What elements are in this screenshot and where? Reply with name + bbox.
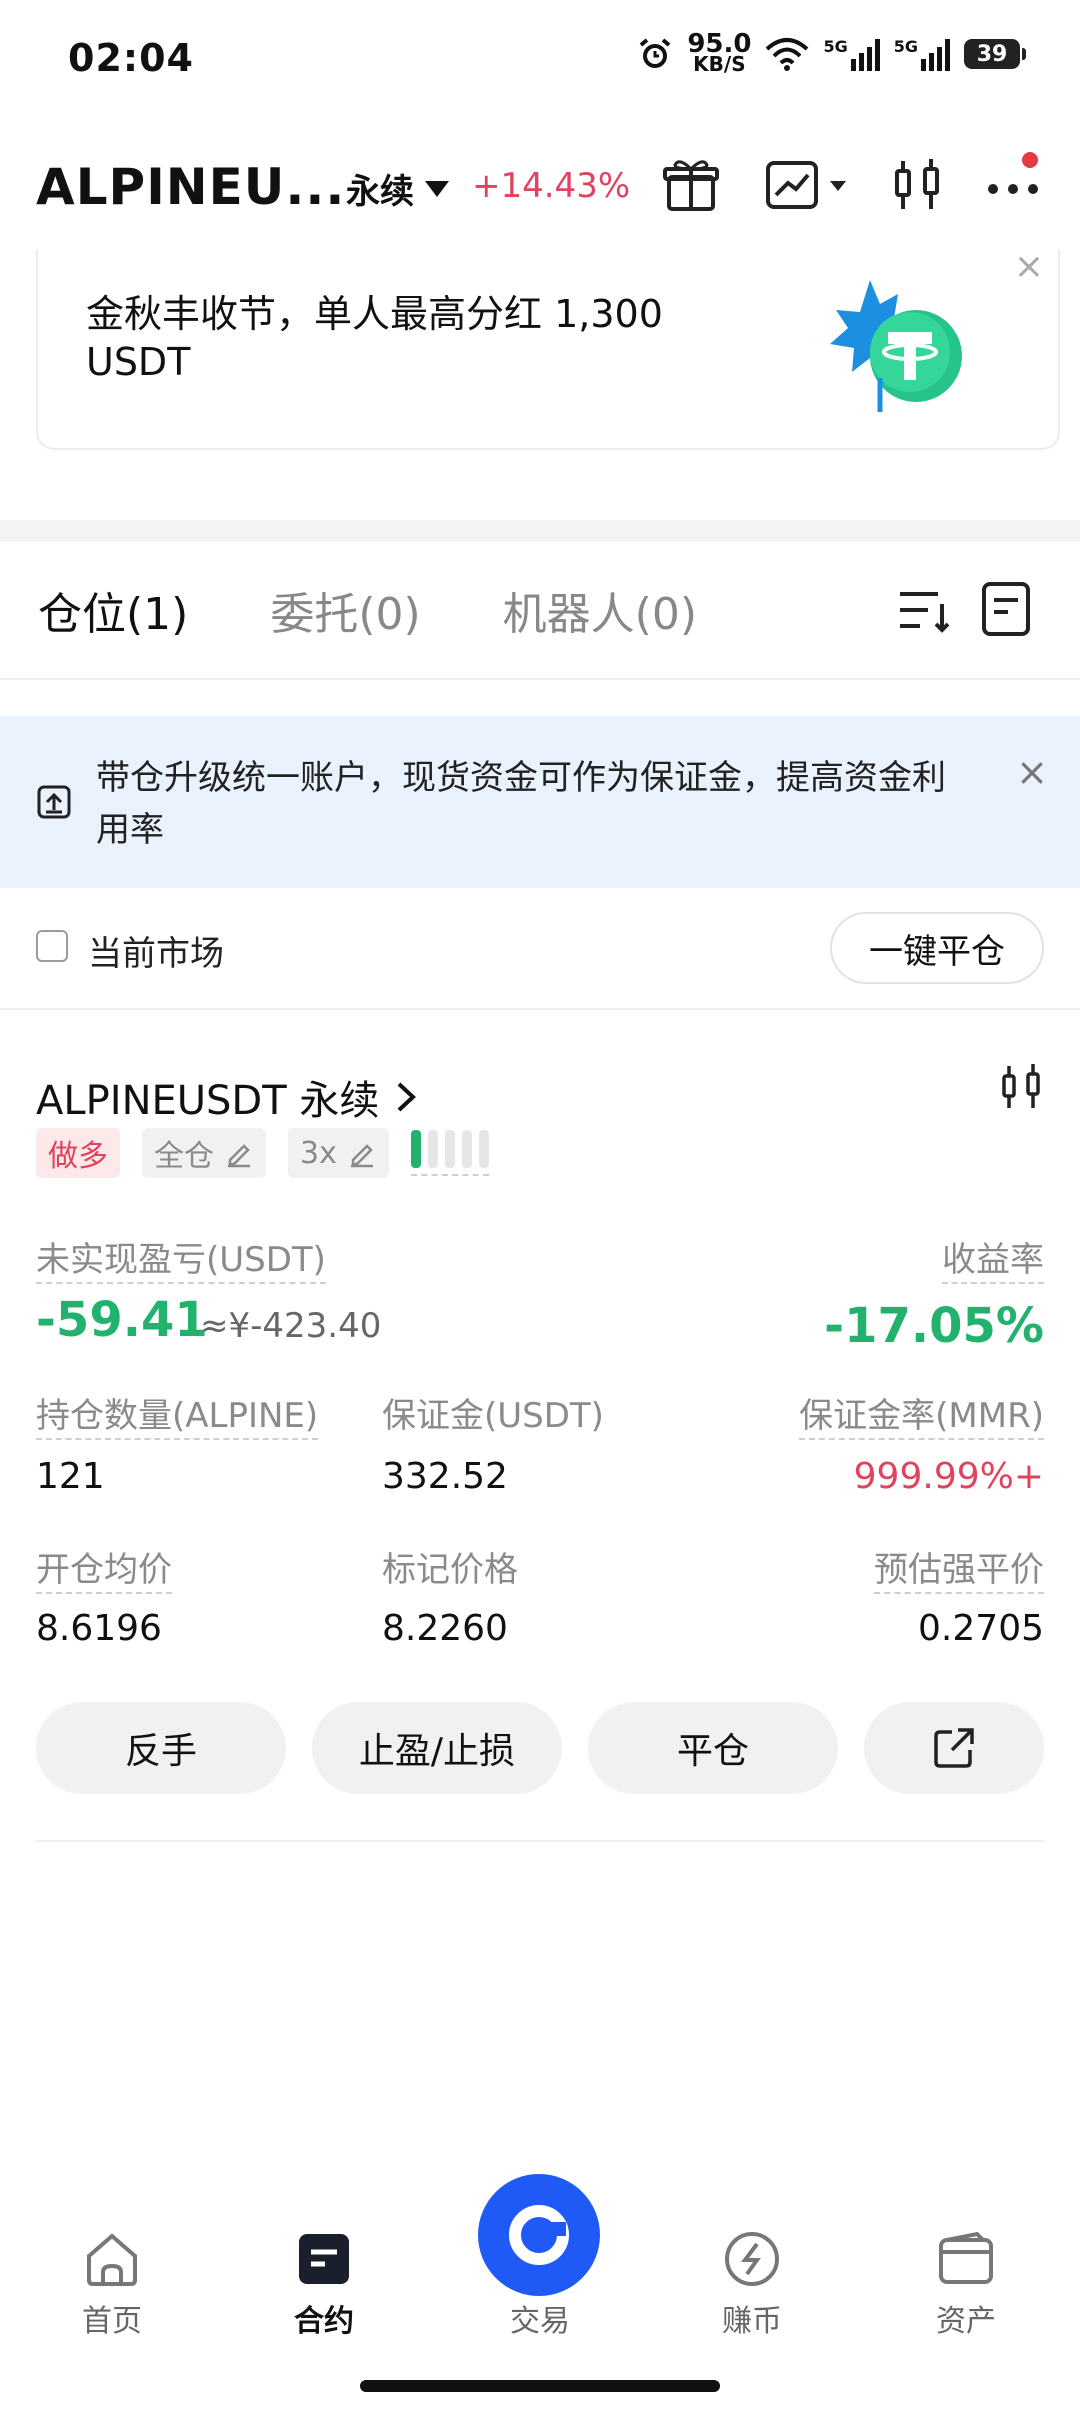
contract-icon bbox=[299, 2234, 349, 2284]
liq-price-value: 0.2705 bbox=[918, 1608, 1044, 1649]
wallet-icon bbox=[939, 2231, 993, 2284]
position-tags: 做多 全仓 3x bbox=[36, 1128, 489, 1178]
close-position-button[interactable]: 平仓 bbox=[588, 1702, 838, 1794]
history-document-icon[interactable] bbox=[976, 578, 1036, 642]
chart-menu-icon[interactable] bbox=[760, 150, 856, 220]
mark-price-label: 标记价格 bbox=[382, 1550, 518, 1590]
upgrade-notice: 带仓升级统一账户，现货资金可作为保证金，提高资金利用率 × bbox=[0, 716, 1080, 888]
network-speed: 95.0 KB/S bbox=[687, 29, 752, 76]
divider bbox=[0, 1008, 1080, 1010]
position-chart-icon[interactable] bbox=[998, 1062, 1044, 1116]
bottom-nav: 首页 合约 交易 赚币 资产 bbox=[0, 2170, 1080, 2339]
promo-banner[interactable]: 金秋丰收节，单人最高分红 1,300 USDT × bbox=[36, 246, 1060, 450]
position-symbol-label: ALPINEUSDT 永续 bbox=[36, 1078, 380, 1124]
promo-close-icon[interactable]: × bbox=[1014, 246, 1044, 287]
edit-icon bbox=[350, 1144, 373, 1168]
mmr-label[interactable]: 保证金率(MMR) bbox=[799, 1396, 1044, 1440]
chevron-right-icon bbox=[398, 1082, 417, 1112]
edit-icon bbox=[228, 1144, 250, 1168]
nav-contract[interactable]: 合约 bbox=[254, 2230, 394, 2340]
notice-text: 带仓升级统一账户，现货资金可作为保证金，提高资金利用率 bbox=[96, 758, 946, 850]
contract-type-label: 永续 bbox=[346, 172, 414, 212]
filter-row: 当前市场 一键平仓 bbox=[36, 912, 1044, 996]
contract-type-dropdown[interactable]: 永续 bbox=[346, 164, 450, 213]
share-icon bbox=[934, 1728, 974, 1768]
gift-icon[interactable] bbox=[656, 150, 726, 220]
status-icons: 95.0 KB/S 5G 5G 39 bbox=[637, 29, 1026, 76]
unrealized-pnl-value: -59.41 bbox=[36, 1292, 208, 1348]
divider bbox=[36, 1840, 1044, 1842]
candlestick-icon[interactable] bbox=[882, 150, 952, 220]
price-change: +14.43% bbox=[472, 166, 631, 206]
liq-price-label[interactable]: 预估强平价 bbox=[874, 1550, 1044, 1594]
alarm-icon bbox=[640, 38, 671, 68]
section-divider bbox=[0, 520, 1080, 542]
sort-icon[interactable] bbox=[894, 580, 954, 644]
entry-price-label[interactable]: 开仓均价 bbox=[36, 1550, 172, 1594]
roe-label[interactable]: 收益率 bbox=[942, 1240, 1044, 1284]
signal-5g-icon: 5G bbox=[894, 37, 950, 71]
notice-close-icon[interactable]: × bbox=[1016, 750, 1048, 794]
battery-icon: 39 bbox=[964, 39, 1026, 69]
mmr-value: 999.99%+ bbox=[853, 1456, 1044, 1497]
current-market-label[interactable]: 当前市场 bbox=[88, 926, 224, 975]
margin-mode-badge[interactable]: 全仓 bbox=[142, 1128, 266, 1178]
size-value: 121 bbox=[36, 1456, 105, 1497]
tab-positions[interactable]: 仓位(1) bbox=[38, 578, 188, 642]
nav-home[interactable]: 首页 bbox=[42, 2230, 182, 2340]
unrealized-pnl-cny: ≈¥-423.40 bbox=[200, 1306, 382, 1346]
signal-5g-icon: 5G bbox=[823, 37, 880, 71]
tab-divider bbox=[0, 678, 1080, 680]
leverage-badge[interactable]: 3x bbox=[288, 1128, 389, 1178]
upgrade-icon bbox=[36, 784, 72, 824]
position-actions: 反手 止盈/止损 平仓 bbox=[36, 1702, 1044, 1794]
entry-price-value: 8.6196 bbox=[36, 1608, 162, 1649]
tab-bots[interactable]: 机器人(0) bbox=[503, 578, 697, 642]
size-label[interactable]: 持仓数量(ALPINE) bbox=[36, 1396, 319, 1440]
risk-level-bar[interactable] bbox=[410, 1130, 489, 1176]
earn-icon bbox=[725, 2232, 779, 2286]
nav-earn[interactable]: 赚币 bbox=[682, 2230, 822, 2340]
current-market-checkbox[interactable] bbox=[36, 930, 68, 962]
margin-value: 332.52 bbox=[382, 1456, 508, 1497]
reverse-button[interactable]: 反手 bbox=[36, 1702, 286, 1794]
mark-price-value: 8.2260 bbox=[382, 1608, 508, 1649]
unrealized-pnl-label[interactable]: 未实现盈亏(USDT) bbox=[36, 1240, 326, 1284]
nav-assets[interactable]: 资产 bbox=[896, 2230, 1036, 2340]
roe-value: -17.05% bbox=[824, 1298, 1044, 1354]
tp-sl-button[interactable]: 止盈/止损 bbox=[312, 1702, 562, 1794]
position-tabs: 仓位(1) 委托(0) 机器人(0) bbox=[38, 578, 697, 642]
side-badge: 做多 bbox=[36, 1128, 120, 1178]
tab-orders[interactable]: 委托(0) bbox=[270, 578, 420, 642]
usdt-coin-icon bbox=[808, 260, 978, 434]
home-indicator[interactable] bbox=[360, 2380, 720, 2392]
margin-label: 保证金(USDT) bbox=[382, 1396, 604, 1436]
caret-down-icon bbox=[425, 180, 449, 197]
close-all-button[interactable]: 一键平仓 bbox=[830, 912, 1044, 984]
status-time: 02:04 bbox=[68, 36, 194, 80]
share-button[interactable] bbox=[864, 1702, 1044, 1794]
home-icon bbox=[87, 2233, 137, 2286]
wifi-icon bbox=[766, 38, 809, 71]
symbol-title[interactable]: ALPINEU... bbox=[36, 158, 345, 216]
promo-text: 金秋丰收节，单人最高分红 1,300 USDT bbox=[86, 292, 663, 384]
nav-trade[interactable]: 交易 bbox=[470, 2230, 610, 2340]
position-symbol[interactable]: ALPINEUSDT 永续 bbox=[36, 1068, 419, 1126]
notification-dot bbox=[1022, 152, 1038, 168]
